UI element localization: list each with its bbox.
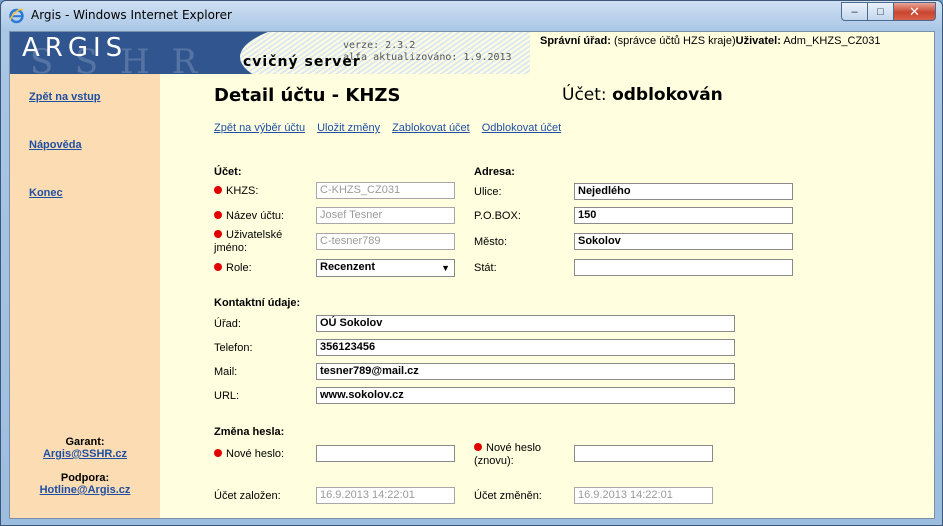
account-name-field[interactable]: Josef Tesner [316, 207, 455, 224]
required-dot-icon [214, 230, 222, 238]
username-label: Uživatelské jméno: [214, 229, 283, 254]
changed-label: Účet změněn: [474, 490, 542, 502]
street-label: Ulice: [474, 186, 502, 198]
repeat-password-label: Nové heslo (znovu): [474, 442, 542, 467]
repeat-password-field[interactable] [574, 445, 713, 462]
office-field-label: Úřad: [214, 318, 241, 330]
city-field[interactable]: Sokolov [574, 233, 793, 250]
required-dot-icon [214, 211, 222, 219]
support-label: Podpora: [60, 472, 110, 484]
pobox-field[interactable]: 150 [574, 207, 793, 224]
unblock-account-link[interactable]: Odblokovat účet [482, 122, 562, 134]
pobox-label: P.O.BOX: [474, 210, 521, 222]
password-heading: Změna hesla: [214, 426, 285, 438]
support-email-link[interactable]: Hotline@Argis.cz [40, 484, 131, 496]
dropdown-arrow-icon: ▼ [441, 263, 450, 273]
changed-field[interactable]: 16.9.2013 14:22:01 [574, 487, 713, 504]
account-heading: Účet: [214, 166, 242, 178]
mail-field[interactable]: tesner789@mail.cz [316, 363, 735, 380]
page-content: SSHR ARGIS verze: 2.3.2 alfa aktualizová… [9, 31, 935, 519]
mail-label: Mail: [214, 366, 238, 378]
version-text: verze: 2.3.2 [343, 40, 416, 51]
url-field[interactable]: www.sokolov.cz [316, 387, 735, 404]
khzs-field[interactable]: C-KHZS_CZ031 [316, 182, 455, 199]
guarantor-email-link[interactable]: Argis@SSHR.cz [43, 448, 127, 460]
update-date-text: alfa aktualizováno: 1.9.2013 [343, 52, 512, 63]
save-changes-link[interactable]: Uložit změny [317, 122, 380, 134]
office-label: Správní úřad: [540, 35, 611, 47]
browser-window: Argis - Windows Internet Explorer – □ ✕ … [0, 0, 943, 526]
close-button[interactable]: ✕ [893, 2, 936, 21]
role-select[interactable]: Recenzent ▼ [316, 259, 455, 277]
guarantor-label: Garant: [65, 436, 105, 448]
action-links: Zpět na výběr účtu Uložit změny Zablokov… [214, 122, 561, 134]
server-label: cvičný server [243, 54, 361, 70]
user-label: Uživatel: [735, 35, 781, 47]
back-to-entry-link[interactable]: Zpět na vstup [29, 91, 101, 103]
back-to-account-list-link[interactable]: Zpět na výběr účtu [214, 122, 305, 134]
user-info: Správní úřad: (správce účtů HZS kraje)Už… [540, 35, 881, 47]
created-field[interactable]: 16.9.2013 14:22:01 [316, 487, 455, 504]
account-name-label: Název účtu: [214, 210, 284, 223]
internet-explorer-icon [9, 8, 24, 24]
created-label: Účet založen: [214, 490, 281, 502]
guarantor-block: Garant: Argis@SSHR.cz [10, 436, 160, 460]
state-field[interactable] [574, 259, 793, 276]
khzs-label: KHZS: [214, 185, 258, 198]
minimize-button[interactable]: – [841, 2, 867, 21]
office-value: (správce účtů HZS kraje) [613, 35, 736, 47]
status-value: odblokován [612, 85, 723, 105]
username-field[interactable]: C-tesner789 [316, 233, 455, 250]
exit-link[interactable]: Konec [29, 187, 63, 199]
state-label: Stát: [474, 262, 497, 274]
window-title: Argis - Windows Internet Explorer [31, 8, 232, 22]
sidebar: Zpět na vstup Nápověda Konec Garant: Arg… [10, 74, 160, 518]
city-label: Město: [474, 236, 508, 248]
required-dot-icon [214, 449, 222, 457]
phone-field[interactable]: 356123456 [316, 339, 735, 356]
version-info: verze: 2.3.2 alfa aktualizováno: 1.9.201… [343, 40, 512, 64]
required-dot-icon [474, 443, 482, 451]
required-dot-icon [214, 186, 222, 194]
user-value: Adm_KHZS_CZ031 [783, 35, 881, 47]
required-dot-icon [214, 263, 222, 271]
office-field[interactable]: OÚ Sokolov [316, 315, 735, 332]
title-bar[interactable]: Argis - Windows Internet Explorer – □ ✕ [1, 1, 942, 31]
street-field[interactable]: Nejedlého [574, 183, 793, 200]
phone-label: Telefon: [214, 342, 253, 354]
help-link[interactable]: Nápověda [29, 139, 82, 151]
maximize-button[interactable]: □ [867, 2, 893, 21]
status-label: Účet: [562, 85, 607, 105]
page-title: Detail účtu - KHZS [214, 85, 401, 106]
block-account-link[interactable]: Zablokovat účet [392, 122, 470, 134]
role-label: Role: [214, 262, 252, 275]
logo-text: ARGIS [22, 33, 128, 63]
role-value: Recenzent [320, 261, 376, 273]
header-banner: SSHR ARGIS verze: 2.3.2 alfa aktualizová… [10, 32, 934, 74]
support-block: Podpora: Hotline@Argis.cz [10, 472, 160, 496]
address-heading: Adresa: [474, 166, 515, 178]
window-controls: – □ ✕ [841, 2, 936, 21]
new-password-label: Nové heslo: [214, 448, 284, 461]
main-panel: Detail účtu - KHZS Účet: odblokován Zpět… [160, 74, 934, 518]
argis-logo: SSHR ARGIS verze: 2.3.2 alfa aktualizová… [10, 32, 530, 74]
account-status: Účet: odblokován [562, 85, 723, 105]
new-password-field[interactable] [316, 445, 455, 462]
contact-heading: Kontaktní údaje: [214, 297, 301, 309]
url-label: URL: [214, 390, 240, 402]
